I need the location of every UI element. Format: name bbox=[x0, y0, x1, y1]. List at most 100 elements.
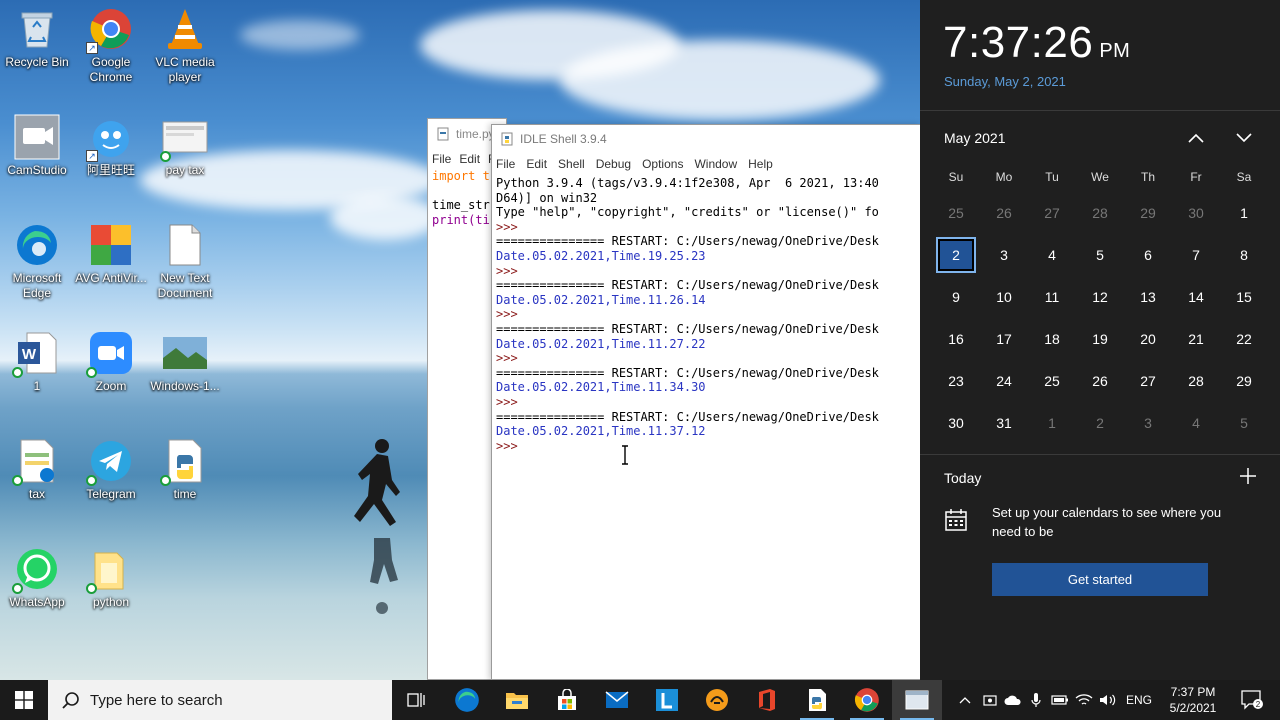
task-view-button[interactable] bbox=[392, 680, 442, 720]
desktop-icon-windows-image[interactable]: Windows-1... bbox=[148, 330, 222, 394]
get-started-button[interactable]: Get started bbox=[992, 563, 1208, 596]
taskbar-app-orange[interactable] bbox=[692, 680, 742, 720]
tray-camera[interactable] bbox=[978, 680, 1002, 720]
calendar-day[interactable]: 28 bbox=[1076, 192, 1124, 234]
calendar-day[interactable]: 28 bbox=[1172, 360, 1220, 402]
calendar-day[interactable]: 2 bbox=[1076, 402, 1124, 444]
shell-titlebar[interactable]: IDLE Shell 3.9.4 bbox=[492, 125, 920, 153]
tray-overflow-button[interactable] bbox=[953, 680, 977, 720]
calendar-day[interactable]: 4 bbox=[1028, 234, 1076, 276]
desktop-icon-pay-tax[interactable]: pay tax bbox=[148, 114, 222, 178]
calendar-day[interactable]: 29 bbox=[1220, 360, 1268, 402]
calendar-day[interactable]: 18 bbox=[1028, 318, 1076, 360]
calendar-day[interactable]: 31 bbox=[980, 402, 1028, 444]
shell-menu-edit[interactable]: Edit bbox=[526, 157, 547, 171]
calendar-prev-button[interactable] bbox=[1183, 126, 1209, 150]
desktop-icon-whatsapp[interactable]: WhatsApp bbox=[0, 546, 74, 610]
desktop-icon-time-py[interactable]: time bbox=[148, 438, 222, 502]
desktop-icon-telegram[interactable]: Telegram bbox=[74, 438, 148, 502]
calendar-day[interactable]: 25 bbox=[932, 192, 980, 234]
calendar-month-label[interactable]: May 2021 bbox=[944, 130, 1005, 146]
desktop-icon-python-folder[interactable]: python bbox=[74, 546, 148, 610]
calendar-day[interactable]: 9 bbox=[932, 276, 980, 318]
calendar-day[interactable]: 24 bbox=[980, 360, 1028, 402]
desktop-icon-avg[interactable]: AVG AntiVir... bbox=[74, 222, 148, 286]
taskbar-store[interactable] bbox=[542, 680, 592, 720]
calendar-day[interactable]: 30 bbox=[932, 402, 980, 444]
calendar-day[interactable]: 1 bbox=[1220, 192, 1268, 234]
calendar-day[interactable]: 26 bbox=[1076, 360, 1124, 402]
desktop-icon-camstudio[interactable]: CamStudio bbox=[0, 114, 74, 178]
tray-volume[interactable] bbox=[1096, 680, 1120, 720]
action-center-button[interactable]: 2 bbox=[1232, 680, 1272, 720]
calendar-day[interactable]: 3 bbox=[1124, 402, 1172, 444]
tray-language[interactable]: ENG bbox=[1126, 680, 1152, 720]
shell-menu-debug[interactable]: Debug bbox=[596, 157, 631, 171]
calendar-day[interactable]: 21 bbox=[1172, 318, 1220, 360]
taskbar-chrome[interactable] bbox=[842, 680, 892, 720]
tray-battery[interactable] bbox=[1048, 680, 1072, 720]
calendar-day[interactable]: 3 bbox=[980, 234, 1028, 276]
desktop-icon-zoom[interactable]: Zoom bbox=[74, 330, 148, 394]
desktop-icon-word-1[interactable]: W 1 bbox=[0, 330, 74, 394]
calendar-day[interactable]: 10 bbox=[980, 276, 1028, 318]
editor-menu-file[interactable]: File bbox=[432, 152, 451, 166]
calendar-day[interactable]: 20 bbox=[1124, 318, 1172, 360]
shell-menu-window[interactable]: Window bbox=[694, 157, 737, 171]
shell-menu-file[interactable]: File bbox=[496, 157, 515, 171]
calendar-day[interactable]: 22 bbox=[1220, 318, 1268, 360]
tray-microphone[interactable] bbox=[1024, 680, 1048, 720]
calendar-day[interactable]: 14 bbox=[1172, 276, 1220, 318]
calendar-day[interactable]: 12 bbox=[1076, 276, 1124, 318]
desktop-icon-edge[interactable]: Microsoft Edge bbox=[0, 222, 74, 301]
taskbar-office[interactable] bbox=[742, 680, 792, 720]
calendar-next-button[interactable] bbox=[1231, 126, 1257, 150]
tray-clock[interactable]: 7:37 PM 5/2/2021 bbox=[1162, 684, 1224, 716]
taskbar-app-l[interactable] bbox=[642, 680, 692, 720]
calendar-day[interactable]: 17 bbox=[980, 318, 1028, 360]
calendar-day[interactable]: 25 bbox=[1028, 360, 1076, 402]
shell-menu-options[interactable]: Options bbox=[642, 157, 683, 171]
calendar-day[interactable]: 16 bbox=[932, 318, 980, 360]
desktop-icon-recycle-bin[interactable]: Recycle Bin bbox=[0, 6, 74, 70]
calendar-day[interactable]: 7 bbox=[1172, 234, 1220, 276]
calendar-day[interactable]: 15 bbox=[1220, 276, 1268, 318]
tray-onedrive[interactable] bbox=[1001, 680, 1025, 720]
calendar-day[interactable]: 8 bbox=[1220, 234, 1268, 276]
flyout-date-link[interactable]: Sunday, May 2, 2021 bbox=[944, 74, 1066, 89]
calendar-day-today[interactable]: 2 bbox=[932, 234, 980, 276]
calendar-day[interactable]: 26 bbox=[980, 192, 1028, 234]
taskbar-edge[interactable] bbox=[442, 680, 492, 720]
taskbar-mail[interactable] bbox=[592, 680, 642, 720]
calendar-day[interactable]: 5 bbox=[1076, 234, 1124, 276]
calendar-day[interactable]: 29 bbox=[1124, 192, 1172, 234]
desktop-icon-aliwangwang[interactable]: ↗ 阿里旺旺 bbox=[74, 114, 148, 178]
taskbar-idle-shell[interactable] bbox=[892, 680, 942, 720]
calendar-day[interactable]: 1 bbox=[1028, 402, 1076, 444]
desktop-icon-tax[interactable]: tax bbox=[0, 438, 74, 502]
calendar-day[interactable]: 19 bbox=[1076, 318, 1124, 360]
calendar-day[interactable]: 23 bbox=[932, 360, 980, 402]
add-event-icon[interactable] bbox=[1238, 466, 1258, 486]
calendar-day[interactable]: 30 bbox=[1172, 192, 1220, 234]
desktop-icon-new-text-document[interactable]: New Text Document bbox=[148, 222, 222, 301]
desktop-icon-google-chrome[interactable]: ↗ Google Chrome bbox=[74, 6, 148, 85]
shell-output[interactable]: Python 3.9.4 (tags/v3.9.4:1f2e308, Apr 6… bbox=[496, 176, 920, 679]
tray-wifi[interactable] bbox=[1072, 680, 1096, 720]
taskbar-file-explorer[interactable] bbox=[492, 680, 542, 720]
calendar-day[interactable]: 13 bbox=[1124, 276, 1172, 318]
shell-menu-shell[interactable]: Shell bbox=[558, 157, 585, 171]
shell-menu-help[interactable]: Help bbox=[748, 157, 773, 171]
calendar-day[interactable]: 27 bbox=[1028, 192, 1076, 234]
calendar-day[interactable]: 5 bbox=[1220, 402, 1268, 444]
taskbar-idle-editor[interactable] bbox=[792, 680, 842, 720]
calendar-day[interactable]: 4 bbox=[1172, 402, 1220, 444]
idle-shell-window[interactable]: IDLE Shell 3.9.4 File Edit Shell Debug O… bbox=[491, 124, 921, 680]
calendar-day[interactable]: 6 bbox=[1124, 234, 1172, 276]
taskbar-search-box[interactable]: Type here to search bbox=[48, 680, 392, 720]
desktop-icon-vlc[interactable]: VLC media player bbox=[148, 6, 222, 85]
editor-menu-edit[interactable]: Edit bbox=[459, 152, 480, 166]
start-button[interactable] bbox=[0, 680, 48, 720]
calendar-day[interactable]: 11 bbox=[1028, 276, 1076, 318]
calendar-day[interactable]: 27 bbox=[1124, 360, 1172, 402]
